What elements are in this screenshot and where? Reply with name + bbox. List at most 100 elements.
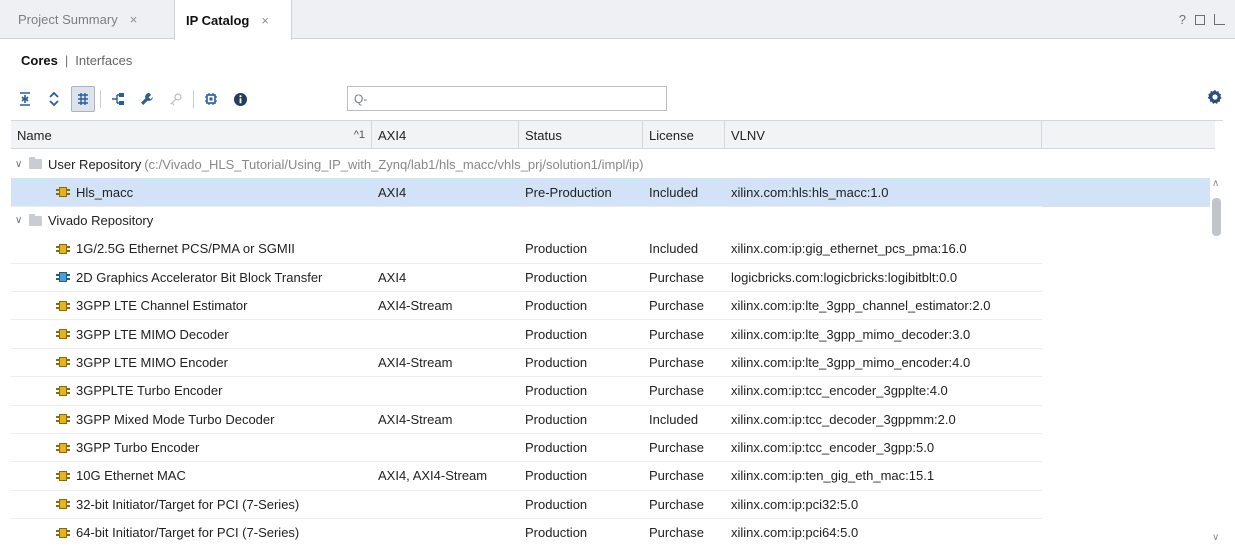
tab-label: Project Summary — [18, 12, 118, 27]
cell-status: Production — [525, 326, 588, 342]
table-row[interactable]: 64-bit Initiator/Target for PCI (7-Serie… — [11, 519, 1215, 544]
expand-all-icon[interactable] — [42, 86, 66, 112]
ip-core-icon — [56, 469, 70, 483]
column-header-status[interactable]: Status — [519, 121, 643, 149]
table-row[interactable]: 3GPP Turbo Encoder Production Purchase xili… — [11, 434, 1215, 463]
chevron-down-icon[interactable]: ∨ — [15, 159, 29, 170]
toolbar-divider — [193, 90, 194, 108]
scroll-down-icon[interactable]: ∨ — [1212, 532, 1219, 543]
cores-tab[interactable]: Cores — [21, 53, 58, 68]
cell-status: Production — [525, 298, 588, 314]
cell-status: Production — [525, 241, 588, 257]
tab-project-summary[interactable]: Project Summary × — [0, 0, 174, 39]
ip-core-icon — [56, 412, 70, 426]
ip-core-icon — [56, 270, 70, 284]
cell-axi4 — [372, 519, 519, 544]
cell-license: Included — [649, 184, 699, 200]
table-row[interactable]: 3GPP Mixed Mode Turbo Decoder AXI4-Stream… — [11, 406, 1215, 434]
cell-license: Purchase — [649, 298, 704, 314]
cell-vlnv: xilinx.com:ip:tcc_decoder_3gppmm:2.0 — [731, 411, 956, 427]
ip-core-icon — [56, 384, 70, 398]
cell-license: Purchase — [649, 354, 704, 370]
table-row[interactable]: 10G Ethernet MAC AXI4, AXI4-Stream Product… — [11, 462, 1215, 491]
cell-status: Production — [525, 496, 588, 512]
table-row[interactable]: 3GPPLTE Turbo Encoder Production Purchase x… — [11, 377, 1215, 406]
cell-status: Production — [525, 383, 588, 399]
cell-license: Purchase — [649, 525, 704, 541]
group-path: (c:/Vivado_HLS_Tutorial/Using_IP_with_Zy… — [144, 156, 644, 172]
wrench-icon[interactable] — [135, 86, 159, 112]
toolbar-divider — [100, 90, 101, 108]
cell-axi4: AXI4 — [378, 269, 407, 285]
cell-axi4: AXI4-Stream — [378, 411, 453, 427]
editor-tab-bar: Project Summary × IP Catalog × ? — [0, 0, 1235, 40]
window-controls: ? — [1179, 0, 1225, 39]
cell-name: 3GPP LTE Channel Estimator — [76, 298, 248, 314]
chip-icon[interactable] — [199, 86, 223, 112]
cell-axi4 — [372, 491, 519, 518]
group-by-icon[interactable] — [71, 86, 95, 112]
search-input[interactable]: Q- — [347, 86, 667, 111]
cell-name: 3GPP Mixed Mode Turbo Decoder — [76, 411, 275, 427]
repository-group-row[interactable]: ∨ User Repository (c:/Vivado_HLS_Tutorial/… — [11, 150, 1215, 178]
tab-ip-catalog[interactable]: IP Catalog × — [174, 0, 292, 40]
table-row[interactable]: 3GPP LTE MIMO Encoder AXI4-Stream Producti… — [11, 349, 1215, 378]
ip-core-icon — [56, 355, 70, 369]
table-row[interactable]: 3GPP LTE MIMO Decoder Production Purchase x… — [11, 320, 1215, 349]
cell-name: 3GPP Turbo Encoder — [76, 440, 200, 456]
column-header-axi4[interactable]: AXI4 — [372, 121, 519, 149]
cell-name: 1G/2.5G Ethernet PCS/PMA or SGMII — [76, 241, 295, 257]
table-row[interactable]: 32-bit Initiator/Target for PCI (7-Serie… — [11, 491, 1215, 520]
cell-vlnv: xilinx.com:ip:gig_ethernet_pcs_pma:16.0 — [731, 241, 967, 257]
help-icon[interactable]: ? — [1179, 12, 1186, 27]
cell-axi4: AXI4, AXI4-Stream — [378, 468, 488, 484]
table-row[interactable]: Hls_macc AXI4 Pre-Production Included xilinx… — [11, 178, 1215, 207]
cell-vlnv: xilinx.com:ip:lte_3gpp_mimo_decoder:3.0 — [731, 326, 971, 342]
table-row[interactable]: 3GPP LTE Channel Estimator AXI4-Stream Pro… — [11, 292, 1215, 321]
cell-license: Purchase — [649, 440, 704, 456]
ip-catalog-table: Name ^1 AXI4 Status License VLNV ∨ User R… — [11, 120, 1223, 544]
collapse-all-icon[interactable] — [13, 86, 37, 112]
column-header-license[interactable]: License — [643, 121, 725, 149]
key-icon[interactable] — [164, 86, 188, 112]
interfaces-tab[interactable]: Interfaces — [75, 53, 132, 68]
group-label: Vivado Repository — [48, 213, 154, 229]
column-header-filler — [1042, 121, 1215, 149]
hierarchy-icon[interactable] — [106, 86, 130, 112]
float-icon[interactable] — [1214, 14, 1225, 25]
ip-core-icon — [56, 327, 70, 341]
cell-name: 10G Ethernet MAC — [76, 468, 186, 484]
cell-axi4: AXI4-Stream — [378, 298, 453, 314]
cell-status: Production — [525, 269, 588, 285]
maximize-icon[interactable] — [1195, 14, 1205, 25]
gear-icon[interactable] — [1207, 89, 1225, 107]
catalog-view-switch: Cores | Interfaces — [0, 40, 1235, 80]
column-header-name[interactable]: Name ^1 — [11, 121, 372, 149]
scrollbar-thumb[interactable] — [1212, 198, 1221, 236]
table-row[interactable]: 1G/2.5G Ethernet PCS/PMA or SGMII Product… — [11, 235, 1215, 264]
info-icon[interactable] — [228, 86, 252, 112]
cell-vlnv: logicbricks.com:logicbricks:logibitblt:0… — [731, 269, 958, 285]
cell-vlnv: xilinx.com:ip:lte_3gpp_mimo_encoder:4.0 — [731, 354, 971, 370]
close-icon[interactable]: × — [261, 13, 269, 28]
ip-core-icon — [56, 299, 70, 313]
close-icon[interactable]: × — [130, 12, 138, 27]
cell-vlnv: xilinx.com:ip:pci32:5.0 — [731, 496, 859, 512]
folder-icon — [29, 213, 42, 226]
cell-status: Production — [525, 468, 588, 484]
cell-status: Production — [525, 354, 588, 370]
table-body: ∨ User Repository (c:/Vivado_HLS_Tutorial/… — [11, 150, 1215, 544]
table-row[interactable]: 2D Graphics Accelerator Bit Block Transf… — [11, 264, 1215, 292]
cell-axi4 — [372, 320, 519, 347]
ip-core-icon — [56, 441, 70, 455]
cell-name: 3GPP LTE MIMO Encoder — [76, 354, 228, 370]
vertical-scrollbar[interactable]: ∧ ∨ — [1210, 150, 1223, 544]
cell-vlnv: xilinx.com:ip:tcc_encoder_3gpplte:4.0 — [731, 383, 948, 399]
chevron-down-icon[interactable]: ∨ — [15, 215, 29, 226]
cell-name: Hls_macc — [76, 184, 134, 200]
table-header: Name ^1 AXI4 Status License VLNV — [11, 121, 1215, 149]
repository-group-row[interactable]: ∨ Vivado Repository — [11, 207, 1215, 235]
scroll-up-icon[interactable]: ∧ — [1212, 178, 1219, 189]
column-header-vlnv[interactable]: VLNV — [725, 121, 1042, 149]
ip-core-icon — [56, 242, 70, 256]
